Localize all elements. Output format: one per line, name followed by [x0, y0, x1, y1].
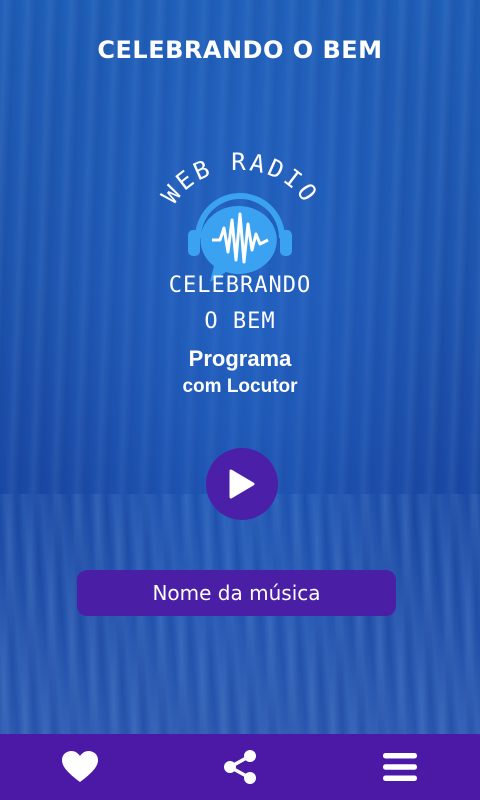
svg-text:O BEM: O BEM: [204, 309, 275, 334]
program-title: Programa: [188, 346, 292, 371]
radio-logo: WEB RADIO CELEBRANDO O BEM: [140, 148, 340, 340]
page-title: CELEBRANDO O BEM: [97, 36, 383, 64]
bottom-navigation: [0, 734, 480, 800]
svg-text:WEB RADIO: WEB RADIO: [156, 150, 324, 209]
play-button[interactable]: [206, 448, 278, 520]
heart-icon: [62, 751, 98, 782]
song-name-label: Nome da música: [77, 570, 396, 616]
menu-button[interactable]: [370, 737, 430, 797]
share-icon: [224, 750, 256, 784]
play-icon: [229, 469, 255, 499]
share-button[interactable]: [210, 737, 270, 797]
svg-text:CELEBRANDO: CELEBRANDO: [169, 273, 311, 298]
favorite-button[interactable]: [50, 737, 110, 797]
program-subtitle: com Locutor: [182, 376, 298, 397]
menu-icon: [383, 753, 417, 781]
program-info: Programa com Locutor: [0, 346, 480, 398]
